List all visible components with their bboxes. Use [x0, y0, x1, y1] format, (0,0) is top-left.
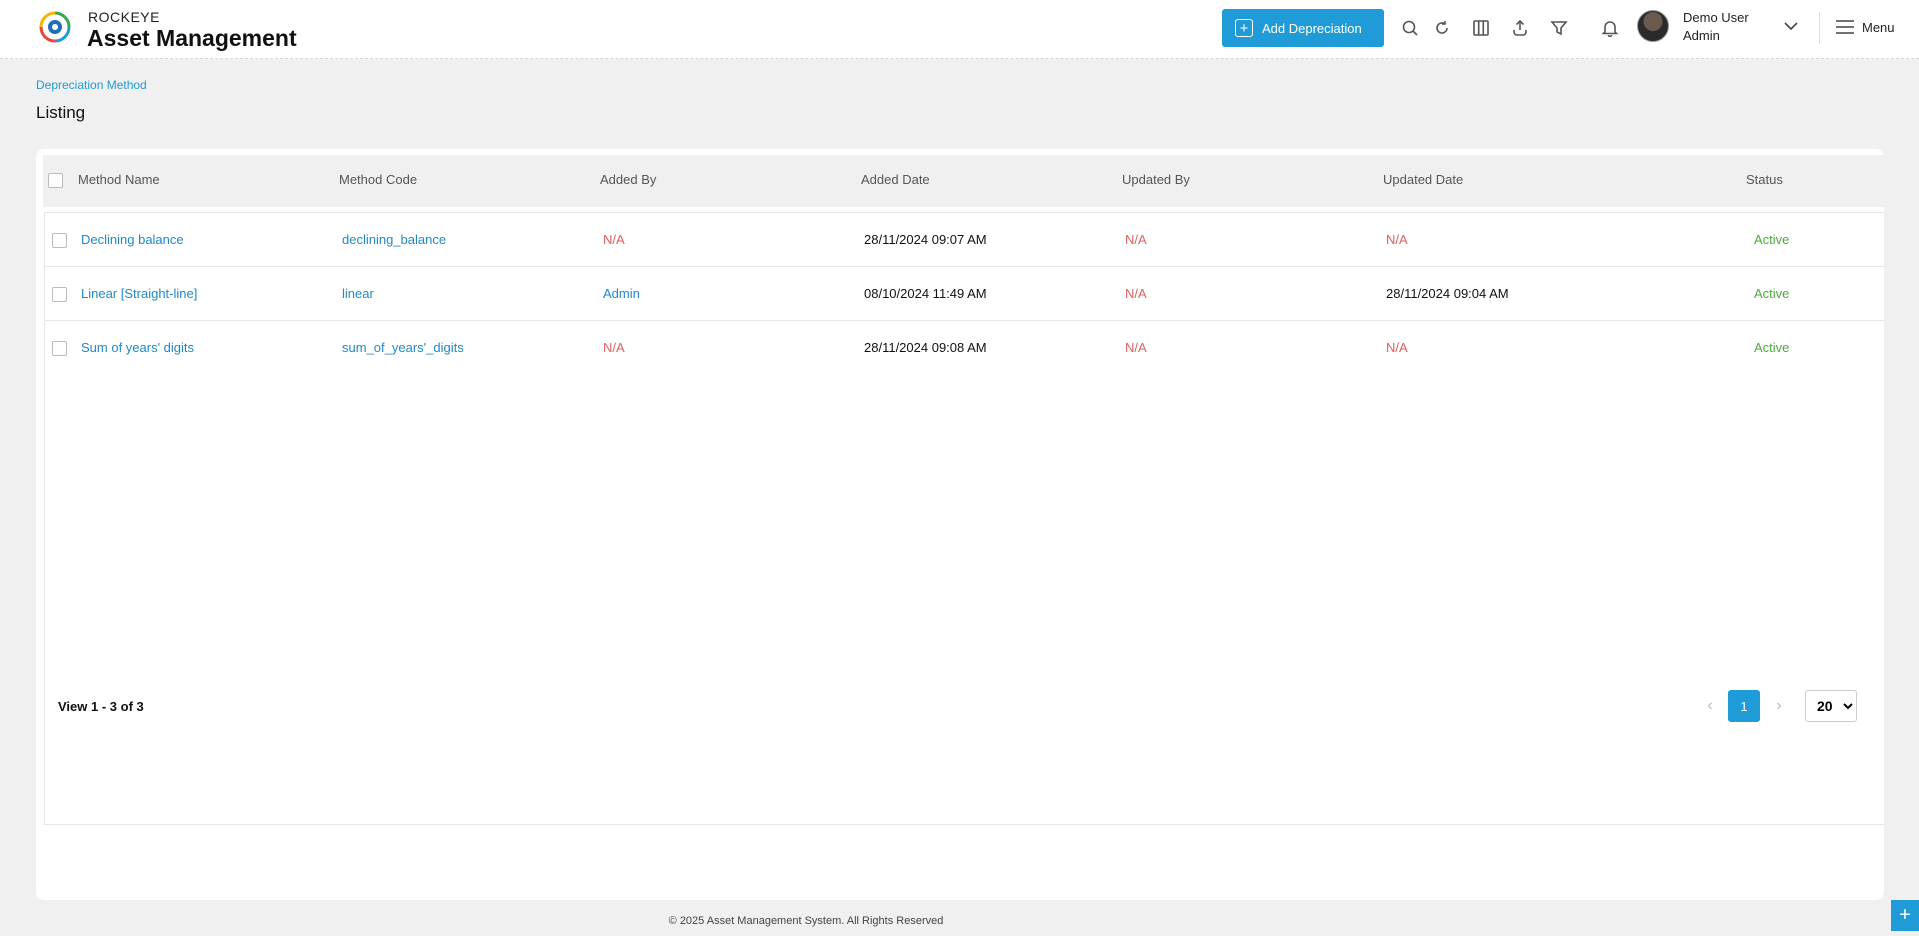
- breadcrumb[interactable]: Depreciation Method: [36, 78, 147, 92]
- updated-by-cell: N/A: [1125, 340, 1147, 355]
- user-role: Admin: [1683, 28, 1720, 43]
- copyright-text: © 2025 Asset Management System. All Righ…: [668, 915, 944, 927]
- columns-icon[interactable]: [1469, 16, 1493, 40]
- filter-icon[interactable]: [1547, 16, 1571, 40]
- brand-name: Asset Management: [87, 25, 297, 51]
- avatar[interactable]: [1637, 10, 1669, 42]
- row-checkbox[interactable]: [52, 233, 67, 248]
- status-badge: Active: [1754, 340, 1790, 355]
- page-title: Listing: [36, 103, 86, 122]
- table-row: Sum of years' digits sum_of_years'_digit…: [45, 321, 1885, 375]
- previous-page-button[interactable]: ‹: [1698, 692, 1722, 720]
- added-date-cell: 28/11/2024 09:07 AM: [864, 232, 987, 247]
- search-icon[interactable]: [1398, 16, 1422, 40]
- listing-card: Method Name Method Code Added By Added D…: [36, 149, 1885, 900]
- column-header-added-by[interactable]: Added By: [600, 172, 656, 187]
- row-checkbox[interactable]: [52, 287, 67, 302]
- updated-by-cell: N/A: [1125, 232, 1147, 247]
- page-size-select[interactable]: 20: [1805, 690, 1857, 722]
- added-by-cell: N/A: [603, 340, 625, 355]
- status-badge: Active: [1754, 286, 1790, 301]
- chevron-down-icon[interactable]: [1782, 17, 1800, 35]
- hamburger-icon: [1836, 20, 1854, 34]
- method-name-link[interactable]: Declining balance: [81, 232, 184, 247]
- updated-date-cell: N/A: [1386, 340, 1408, 355]
- plus-icon: +: [1235, 19, 1253, 37]
- method-name-link[interactable]: Linear [Straight-line]: [81, 286, 197, 301]
- added-by-cell[interactable]: Admin: [603, 286, 640, 301]
- column-header-method-name[interactable]: Method Name: [78, 172, 160, 187]
- brand-tagline: ROCKEYE: [88, 9, 160, 25]
- floating-add-button[interactable]: +: [1891, 900, 1919, 931]
- page-number-button[interactable]: 1: [1728, 690, 1760, 722]
- menu-label: Menu: [1862, 19, 1895, 35]
- add-depreciation-button[interactable]: + Add Depreciation: [1222, 9, 1384, 47]
- user-name: Demo User: [1683, 10, 1749, 25]
- updated-date-cell: 28/11/2024 09:04 AM: [1386, 286, 1509, 301]
- table-header: Method Name Method Code Added By Added D…: [43, 155, 1884, 207]
- method-code-link[interactable]: sum_of_years'_digits: [342, 340, 464, 355]
- select-all-checkbox[interactable]: [48, 173, 63, 188]
- header-divider: [1819, 12, 1820, 44]
- next-page-button[interactable]: ›: [1767, 692, 1791, 720]
- added-date-cell: 08/10/2024 11:49 AM: [864, 286, 987, 301]
- column-header-added-date[interactable]: Added Date: [861, 172, 930, 187]
- table-row: Linear [Straight-line] linear Admin 08/1…: [45, 267, 1885, 321]
- pagination-summary: View 1 - 3 of 3: [58, 699, 144, 714]
- top-header: ROCKEYE Asset Management + Add Depreciat…: [0, 0, 1919, 59]
- row-checkbox[interactable]: [52, 341, 67, 356]
- status-badge: Active: [1754, 232, 1790, 247]
- column-header-updated-date[interactable]: Updated Date: [1383, 172, 1463, 187]
- updated-date-cell: N/A: [1386, 232, 1408, 247]
- method-code-link[interactable]: declining_balance: [342, 232, 446, 247]
- menu-button[interactable]: Menu: [1836, 16, 1895, 38]
- export-icon[interactable]: [1508, 16, 1532, 40]
- table-body: Declining balance declining_balance N/A …: [44, 212, 1885, 825]
- table-row: Declining balance declining_balance N/A …: [45, 213, 1885, 267]
- column-header-status[interactable]: Status: [1746, 172, 1783, 187]
- method-name-link[interactable]: Sum of years' digits: [81, 340, 194, 355]
- refresh-icon[interactable]: [1430, 16, 1454, 40]
- updated-by-cell: N/A: [1125, 286, 1147, 301]
- column-header-method-code[interactable]: Method Code: [339, 172, 417, 187]
- bell-icon[interactable]: [1598, 16, 1622, 40]
- added-date-cell: 28/11/2024 09:08 AM: [864, 340, 987, 355]
- column-header-updated-by[interactable]: Updated By: [1122, 172, 1190, 187]
- brand-logo: [39, 11, 71, 43]
- add-depreciation-label: Add Depreciation: [1262, 20, 1362, 36]
- method-code-link[interactable]: linear: [342, 286, 374, 301]
- added-by-cell: N/A: [603, 232, 625, 247]
